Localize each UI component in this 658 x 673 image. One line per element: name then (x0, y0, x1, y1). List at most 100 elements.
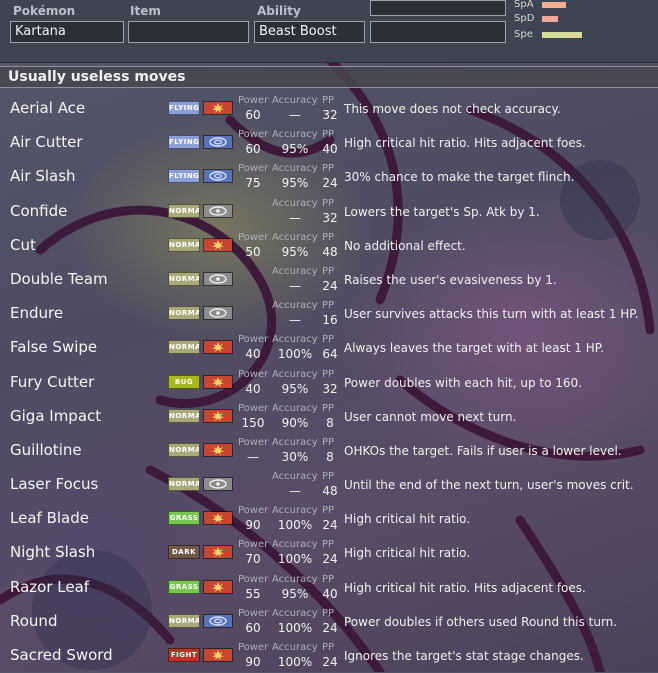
power-value: 90 (245, 655, 261, 669)
power-label: Power (238, 402, 269, 414)
accuracy-value: 95% (281, 586, 309, 601)
pp-value: 40 (322, 142, 338, 157)
pp-value: 32 (322, 108, 338, 122)
power-label: Power (238, 129, 269, 141)
pp-label: PP (322, 231, 335, 243)
status-category-icon (203, 203, 233, 218)
accuracy-label: Accuracy (272, 402, 318, 414)
pp-value: 64 (322, 347, 338, 362)
accuracy-label: Accuracy (272, 368, 318, 380)
move-row[interactable]: Razor Leaf GRASS Power Accuracy PP 55 95% 40 Hig… (0, 571, 658, 605)
move-row[interactable]: Leaf Blade GRASS Power Accuracy PP 90 100% 24 Hi… (0, 502, 658, 536)
type-badge: NORMAL (168, 613, 200, 628)
type-badge: NORMAL (168, 340, 200, 355)
accuracy-value: 95% (281, 381, 309, 396)
power-value: 50 (245, 244, 261, 259)
accuracy-label: Accuracy (272, 436, 318, 448)
power-value: 60 (245, 108, 261, 122)
physical-category-icon (203, 579, 233, 594)
move-description: Lowers the target's Sp. Atk by 1. (344, 204, 540, 219)
move-description: No additional effect. (344, 238, 466, 253)
move-row[interactable]: Laser Focus NORMAL Accuracy PP — 48 Until the … (0, 468, 658, 502)
power-value: 40 (245, 347, 261, 362)
pp-label: PP (322, 402, 335, 414)
move-row[interactable]: Giga Impact NORMAL PowerAccuracy PP 150 90% 8U… (0, 400, 658, 434)
move-slot-1-field[interactable] (370, 0, 506, 16)
move-name: Leaf Blade (10, 509, 89, 528)
accuracy-value: 30% (281, 449, 309, 464)
pp-value: 24 (322, 620, 338, 635)
move-description: Raises the user's evasiveness by 1. (344, 272, 557, 287)
physical-category-icon (203, 511, 233, 526)
type-badge: NORMAL (168, 442, 200, 457)
physical-category-icon (203, 101, 233, 115)
move-row[interactable]: Confide NORMAL Accuracy PP — 32 Lowers the tar… (0, 195, 658, 229)
move-slot-2-field[interactable] (370, 21, 506, 43)
pp-label: PP (322, 368, 335, 380)
move-name: Air Cutter (10, 133, 83, 152)
move-description: 30% chance to make the target flinch. (344, 170, 575, 185)
move-row[interactable]: Fury Cutter BUG Power Accuracy PP 40 95% 32 Powe… (0, 366, 658, 400)
pp-label: PP (322, 539, 335, 551)
move-name: Night Slash (10, 543, 96, 562)
move-row[interactable]: Round NORMAL PowerAccuracy PP 60 100% 24 Power … (0, 605, 658, 639)
type-badge: FIGHT (168, 648, 200, 662)
move-description: High critical hit ratio. Hits adjacent f… (344, 136, 586, 151)
move-name: Round (10, 611, 58, 630)
power-value: — (247, 449, 259, 464)
move-description: High critical hit ratio. (344, 546, 471, 561)
accuracy-value: — (289, 108, 301, 122)
type-badge: GRASS (168, 511, 200, 526)
move-group-header: Usually useless moves (0, 66, 658, 88)
move-row[interactable]: Cut NORMAL PowerAccuracy PP 50 95% 48 No additi… (0, 229, 658, 263)
move-row[interactable]: Guillotine NORMAL PowerAccuracy PP — 30% 8 OHKO… (0, 434, 658, 468)
stat-bar-spe (542, 32, 582, 38)
type-badge: FLYING (168, 101, 200, 115)
stat-bar-spd (542, 16, 558, 22)
pp-value: 32 (322, 210, 338, 225)
pp-label: PP (322, 334, 335, 346)
power-value: 70 (245, 552, 261, 567)
move-row[interactable]: Night Slash DARK Power Accuracy PP 70 100% 24 Hi… (0, 536, 658, 570)
stats-mini-panel[interactable]: SpA SpD Spe (510, 0, 658, 46)
stat-label-spa: SpA (514, 0, 534, 10)
move-row[interactable]: Air Cutter FLYING Power Accuracy PP 60 95% 40 Hi… (0, 126, 658, 160)
accuracy-label: Accuracy (272, 197, 318, 209)
pokemon-name-field[interactable]: Kartana (10, 21, 124, 43)
type-badge: NORMAL (168, 237, 200, 252)
move-description: High critical hit ratio. (344, 512, 471, 527)
power-label: Power (238, 95, 269, 106)
move-row[interactable]: Aerial Ace FLYING Power Accuracy PP 60 — 32 This… (0, 92, 658, 126)
power-label: Power (238, 334, 269, 346)
ability-field[interactable]: Beast Boost (254, 21, 365, 43)
status-category-icon (203, 271, 233, 286)
pp-label: PP (322, 471, 335, 483)
accuracy-value: 90% (281, 415, 309, 430)
special-category-icon (203, 169, 233, 184)
move-row[interactable]: Sacred Sword FIGHT Power Accuracy PP 90 100% 24… (0, 639, 658, 673)
physical-category-icon (203, 442, 233, 457)
pp-value: 8 (326, 415, 334, 430)
pp-value: 32 (322, 381, 338, 396)
type-badge: FLYING (168, 135, 200, 150)
stat-row-spe: Spe (514, 28, 582, 42)
accuracy-label: Accuracy (272, 334, 318, 346)
move-name: Sacred Sword (10, 646, 113, 664)
power-label: Power (238, 368, 269, 380)
pp-label: PP (322, 129, 335, 141)
move-row[interactable]: Double Team NORMAL Accuracy PP — 24 Raises the… (0, 263, 658, 297)
accuracy-value: — (289, 278, 301, 293)
move-list[interactable]: Aerial Ace FLYING Power Accuracy PP 60—32 This… (0, 92, 658, 673)
item-field[interactable] (128, 21, 249, 43)
accuracy-label: Accuracy (272, 163, 318, 175)
stat-label-spd: SpD (514, 13, 535, 24)
move-row[interactable]: Endure NORMAL Accuracy PP — 16 User survives a… (0, 297, 658, 331)
accuracy-label: Accuracy (272, 471, 318, 483)
pp-label: PP (322, 573, 335, 585)
type-badge: NORMAL (168, 203, 200, 218)
move-description: Ignores the target's stat stage changes. (344, 649, 584, 663)
accuracy-value: 95% (281, 176, 309, 191)
move-row[interactable]: Air Slash FLYING Power Accuracy PP 75 95% 24 30%… (0, 160, 658, 194)
pp-label: PP (322, 607, 335, 619)
move-row[interactable]: False Swipe NORMAL PowerAccuracy PP 40 100% 64… (0, 331, 658, 365)
